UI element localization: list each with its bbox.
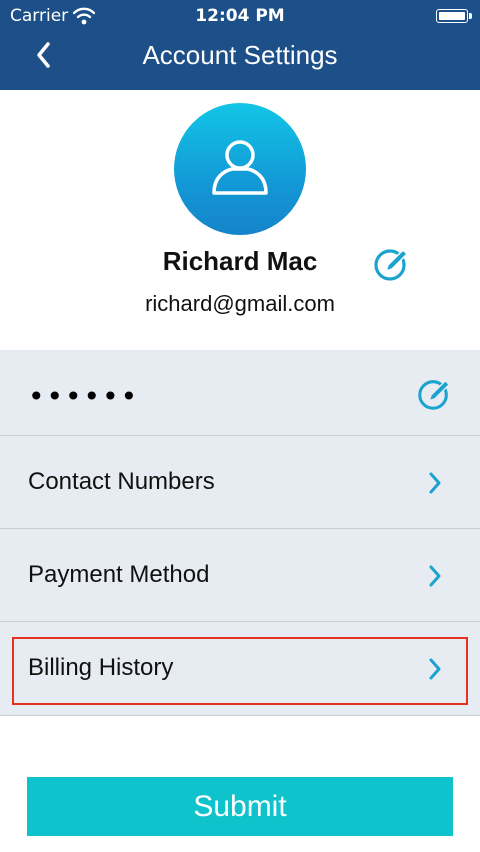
edit-icon[interactable] bbox=[416, 376, 452, 412]
battery-icon bbox=[436, 9, 472, 23]
list-item-contact-numbers[interactable]: Contact Numbers bbox=[0, 436, 480, 529]
list-item-label: Payment Method bbox=[28, 561, 210, 588]
user-icon bbox=[212, 140, 268, 195]
edit-icon[interactable] bbox=[372, 245, 410, 283]
password-row[interactable]: •••••• bbox=[0, 350, 480, 436]
page-title: Account Settings bbox=[142, 40, 338, 70]
chevron-right-icon bbox=[429, 565, 441, 587]
avatar[interactable] bbox=[174, 103, 306, 235]
chevron-right-icon bbox=[429, 472, 441, 494]
status-bar: Carrier 12:04 PM bbox=[0, 0, 480, 34]
profile-email: richard@gmail.com bbox=[145, 291, 335, 316]
submit-button[interactable]: Submit bbox=[27, 777, 453, 836]
selection-highlight bbox=[12, 637, 468, 705]
clock: 12:04 PM bbox=[195, 6, 285, 26]
list-item-payment-method[interactable]: Payment Method bbox=[0, 529, 480, 622]
password-mask: •••••• bbox=[28, 380, 140, 413]
list-item-label: Contact Numbers bbox=[28, 468, 215, 495]
header-bar: Carrier 12:04 PM Account Settings bbox=[0, 0, 480, 90]
